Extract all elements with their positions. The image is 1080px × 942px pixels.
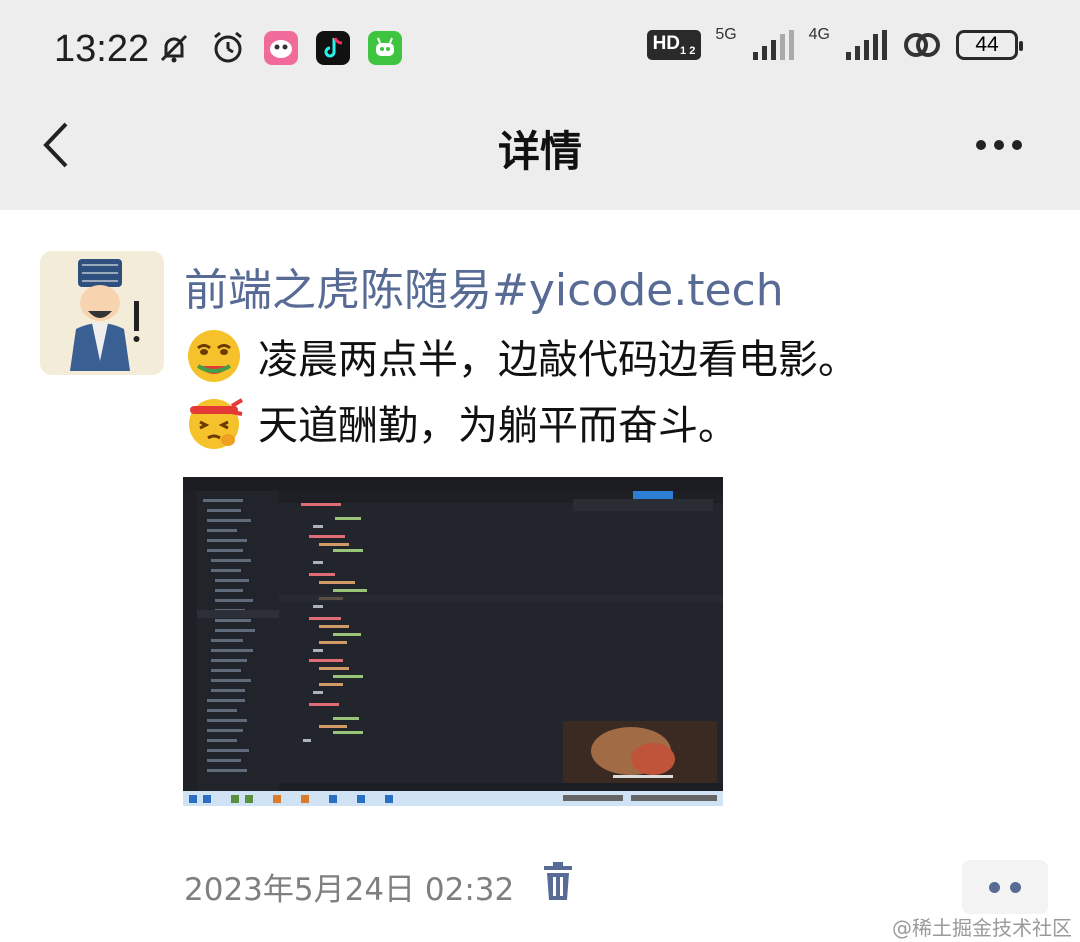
- status-right-icons: HD1 2 5G 4G 44: [646, 26, 1023, 60]
- author-name-link[interactable]: 前端之虎陈随易#yicode.tech: [184, 254, 784, 318]
- app-icon-pink: [264, 31, 298, 65]
- dot: [1012, 140, 1022, 150]
- app-icon-green: [368, 31, 402, 65]
- code-editor-screenshot: [183, 477, 723, 806]
- watermelon-eating-emoji-icon: [188, 330, 240, 382]
- tiktok-icon: [316, 31, 350, 65]
- signal-bars-icon-2: [846, 30, 887, 60]
- hd-badge: HD1 2: [646, 30, 702, 60]
- post-text: 凌晨两点半，边敲代码边看电影。: [258, 337, 858, 383]
- avatar[interactable]: [40, 251, 164, 375]
- battery-indicator: 44: [956, 30, 1023, 60]
- link-icon: [904, 33, 940, 57]
- more-horizontal-icon[interactable]: [976, 125, 1032, 165]
- post-timestamp: 2023年5月24日 02:32: [184, 872, 515, 908]
- music-note-icon: [324, 37, 343, 58]
- dot: [976, 140, 986, 150]
- top-bar: 13:22 HD1 2 5G 4G 44 详情: [0, 0, 1080, 210]
- post-text-line-1: 凌晨两点半，边敲代码边看电影。: [184, 326, 858, 386]
- status-left-icons: [156, 30, 402, 66]
- page-title: 详情: [497, 127, 582, 176]
- dot: [1010, 881, 1021, 893]
- trash-icon[interactable]: [540, 862, 576, 902]
- dot: [994, 140, 1004, 150]
- robot-face-icon: [376, 37, 394, 56]
- status-time: 13:22: [54, 28, 150, 70]
- network-5g-label: 5G: [715, 26, 737, 43]
- dot: [989, 881, 1000, 893]
- network-4g-label: 4G: [808, 26, 830, 43]
- comment-like-button[interactable]: [962, 860, 1048, 914]
- mute-bell-icon: [160, 34, 188, 63]
- watermark: @稀土掘金技术社区: [892, 916, 1072, 940]
- headband-thinking-emoji-icon: [189, 398, 244, 449]
- alarm-clock-icon: [214, 31, 242, 63]
- signal-bars-icon: [752, 30, 794, 60]
- post-text-line-2: 天道酬勤，为躺平而奋斗。: [184, 392, 738, 452]
- scholar-avatar-illustration: [40, 251, 164, 375]
- post-text: 天道酬勤，为躺平而奋斗。: [258, 403, 738, 449]
- cartoon-face-icon: [270, 40, 292, 58]
- post-image-code-editor[interactable]: [183, 477, 723, 806]
